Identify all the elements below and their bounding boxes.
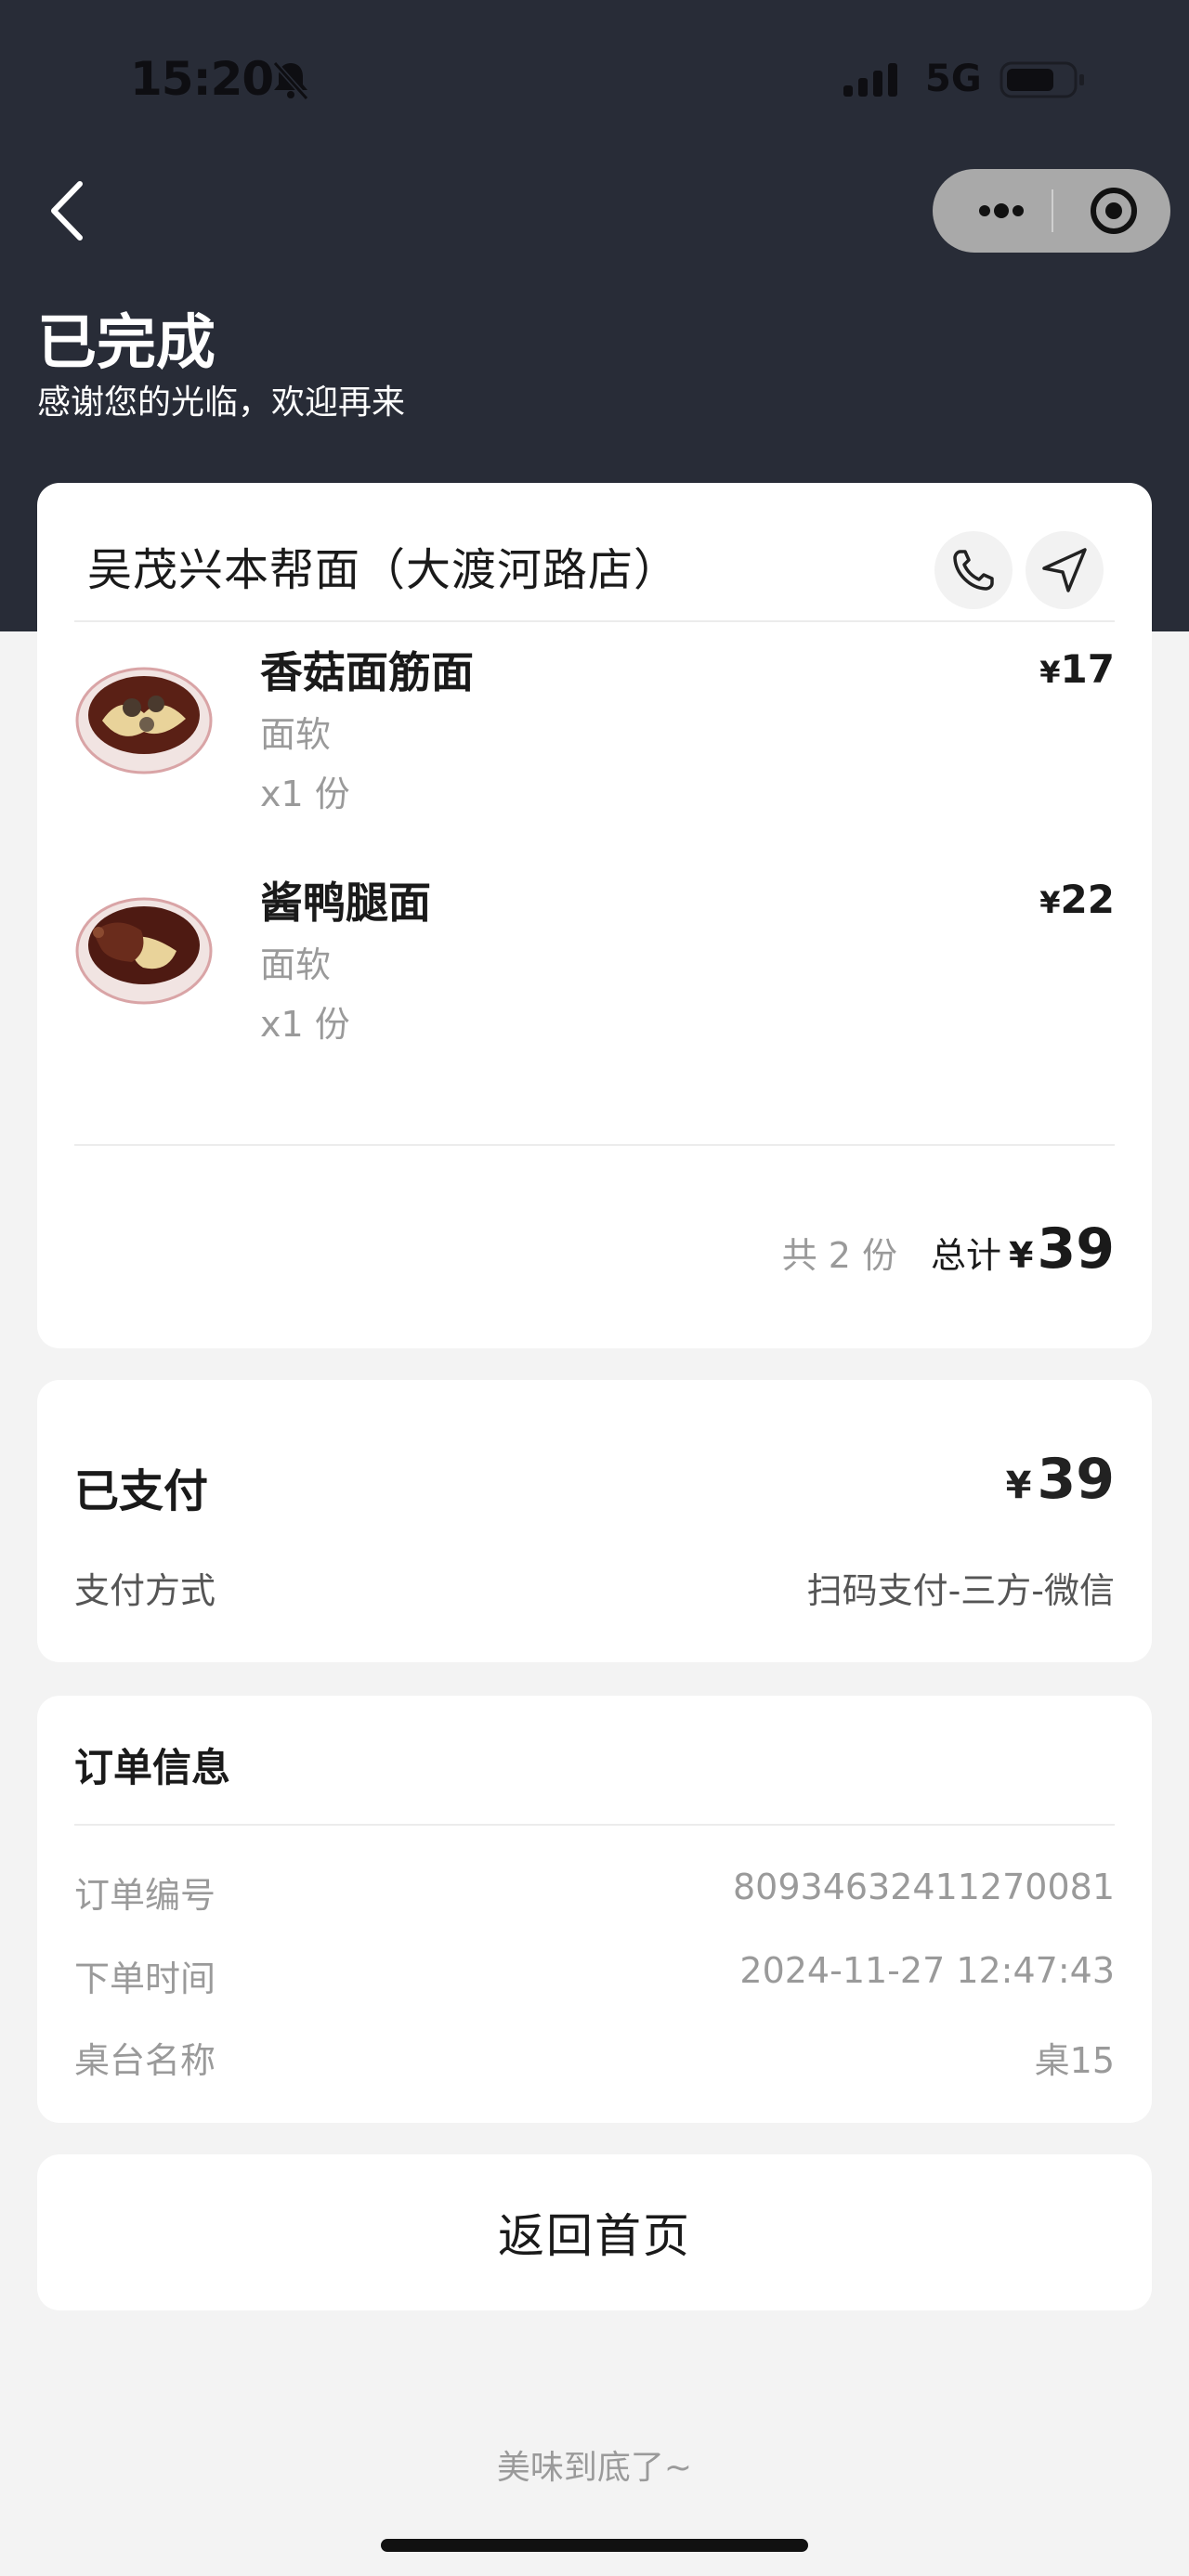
order-status-title: 已完成 [37,309,216,378]
mini-program-capsule [933,169,1170,253]
store-name[interactable]: 吴茂兴本帮面（大渡河路店） [87,533,679,598]
total-label: 总计 [931,1235,1002,1276]
payment-status: 已支付 [74,1465,209,1517]
return-home-button[interactable]: 返回首页 [37,2154,1152,2310]
payment-method-value: 扫码支付-三方-微信 [806,1570,1115,1611]
divider [74,620,1115,622]
order-number-value: 80934632411270081 [732,1867,1115,1907]
item-price: ¥17 [1039,646,1115,692]
navigate-store-button[interactable] [1026,531,1104,609]
order-info-card: 订单信息 订单编号 80934632411270081 下单时间 2024-11… [37,1696,1152,2123]
item-option: 面软 [260,944,332,985]
payment-card: 已支付 ¥ 39 支付方式 扫码支付-三方-微信 [37,1380,1152,1662]
dish-image [75,897,213,1005]
more-icon [979,203,1024,218]
dish-image [75,667,213,774]
order-number-label: 订单编号 [74,1875,216,1916]
divider [74,1824,1115,1826]
status-time: 15:20 [130,52,274,106]
back-button[interactable] [41,176,97,245]
capsule-divider [1052,189,1053,232]
close-button[interactable] [1076,186,1152,236]
currency-symbol: ¥ [1039,655,1061,690]
price-value: 22 [1060,877,1115,922]
bell-muted-icon [272,60,309,100]
network-label: 5G [925,58,982,100]
paid-value: 39 [1037,1447,1116,1512]
battery-icon [1000,61,1084,98]
table-name-value: 桌15 [1034,2040,1115,2081]
price-value: 17 [1060,646,1115,692]
order-time-value: 2024-11-27 12:47:43 [739,1950,1115,1991]
item-option: 面软 [260,714,332,755]
order-status-subtitle: 感谢您的光临，欢迎再来 [37,384,406,422]
table-name-label: 桌台名称 [74,2040,216,2081]
item-name: 香菇面筋面 [260,647,474,697]
currency-symbol: ¥ [1005,1464,1032,1507]
chevron-left-icon [51,181,83,241]
order-summary: 共 2 份 总计 ¥ 39 [782,1216,1115,1281]
item-name: 酱鸭腿面 [260,878,431,928]
item-count: 共 2 份 [781,1235,898,1276]
item-quantity: x1 份 [260,1004,350,1045]
payment-method-label: 支付方式 [74,1570,216,1611]
divider [74,1144,1115,1146]
order-info-title: 订单信息 [74,1745,231,1790]
call-store-button[interactable] [934,531,1013,609]
total-amount: 39 [1037,1216,1116,1281]
home-indicator [381,2539,808,2552]
item-quantity: x1 份 [260,774,350,814]
order-items-card: 吴茂兴本帮面（大渡河路店） 香菇面筋面 面软 x1 份 ¥17 酱鸭腿面 面软 … [37,483,1152,1348]
more-button[interactable] [964,189,1039,232]
phone-icon [953,550,994,591]
item-price: ¥22 [1039,877,1115,922]
paid-amount: ¥ 39 [1006,1447,1115,1512]
signal-icon [843,63,897,97]
currency-symbol: ¥ [1009,1235,1034,1276]
footer-text: 美味到底了~ [496,2449,693,2487]
close-circle-icon [1091,188,1137,234]
order-time-label: 下单时间 [74,1958,216,1999]
navigate-icon [1042,548,1087,592]
currency-symbol: ¥ [1039,885,1061,920]
